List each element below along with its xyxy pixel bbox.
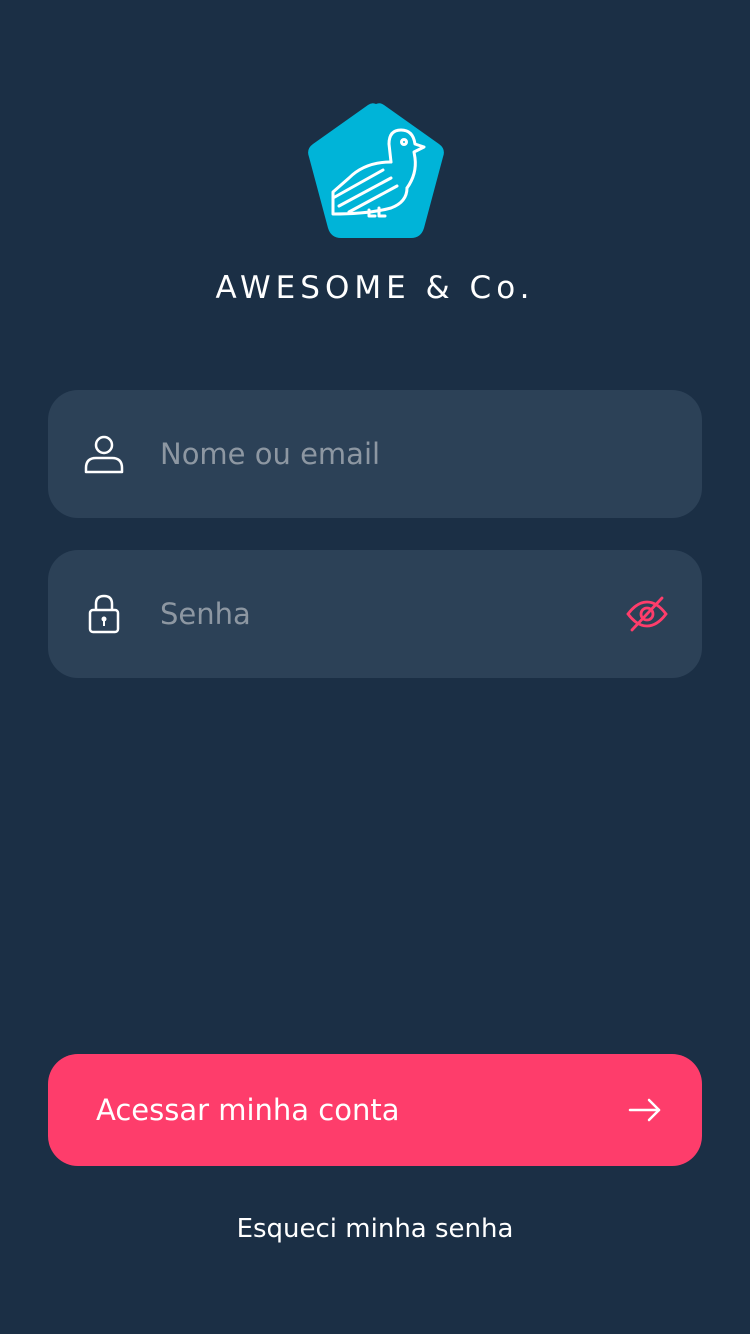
- lock-icon: [88, 594, 120, 634]
- password-field[interactable]: [48, 550, 702, 678]
- login-button[interactable]: Acessar minha conta: [48, 1054, 702, 1166]
- login-button-label: Acessar minha conta: [96, 1093, 400, 1127]
- password-input[interactable]: [160, 550, 600, 678]
- brand-name: AWESOME & Co.: [215, 270, 535, 306]
- username-input[interactable]: [160, 390, 600, 518]
- eye-off-icon[interactable]: [626, 594, 668, 634]
- arrow-right-icon: [628, 1098, 661, 1122]
- forgot-password-link[interactable]: Esqueci minha senha: [0, 1214, 750, 1244]
- bird-pentagon-logo-icon: [308, 103, 444, 238]
- user-icon: [84, 435, 124, 474]
- username-field[interactable]: [48, 390, 702, 518]
